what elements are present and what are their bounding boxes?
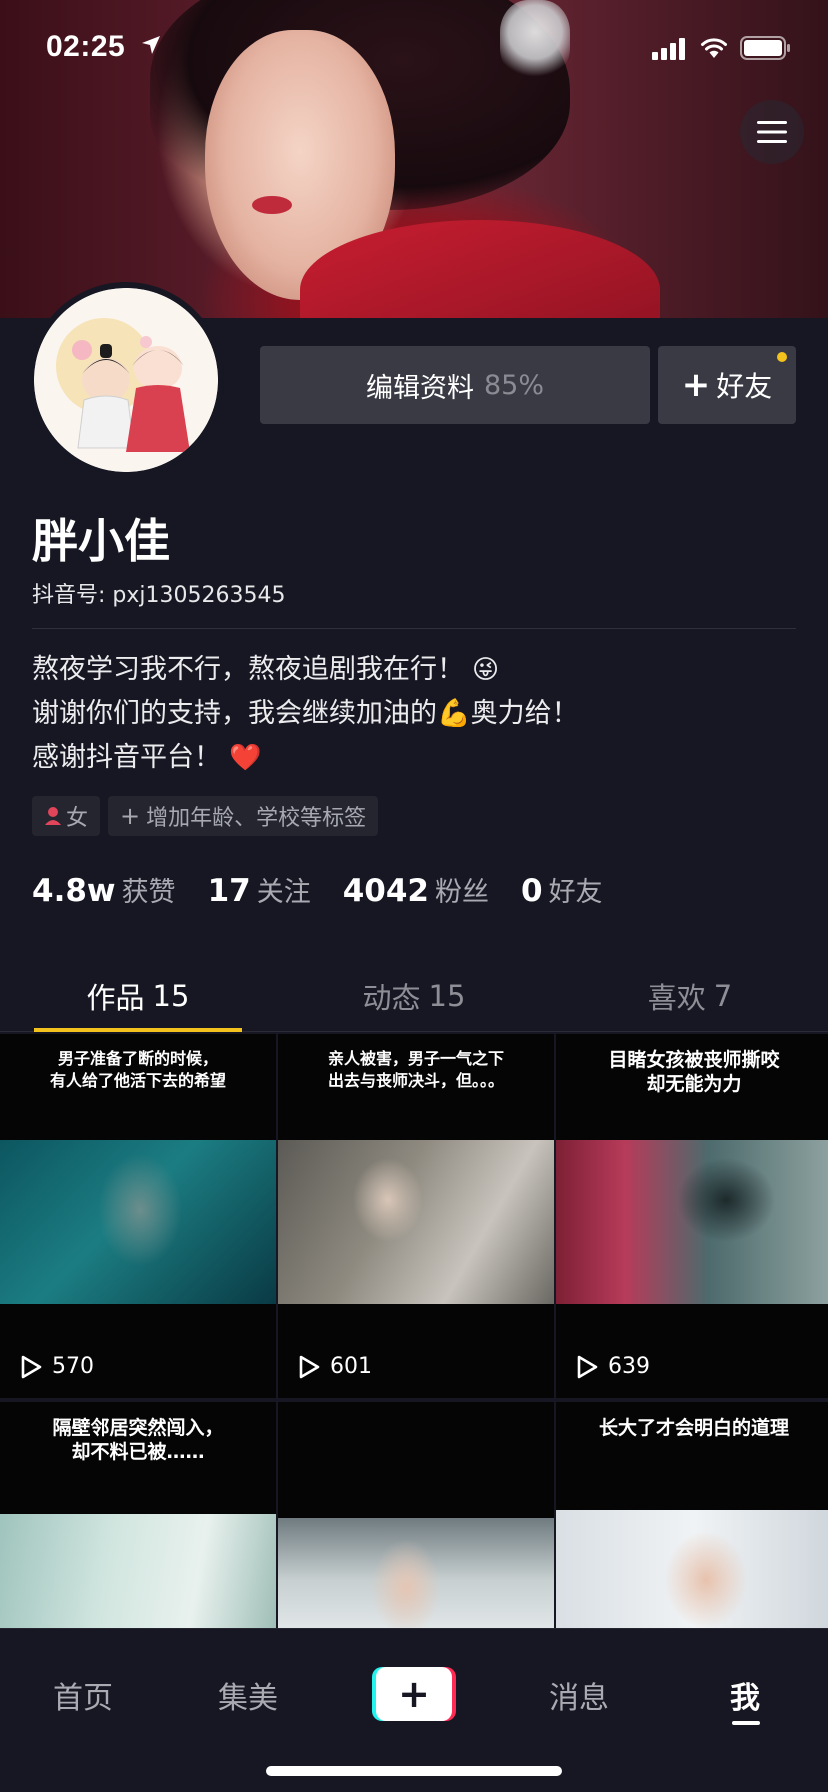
tab-works[interactable]: 作品 15 bbox=[0, 960, 276, 1032]
bio-line-text: 感谢抖音平台！ bbox=[32, 742, 221, 773]
play-count: 639 bbox=[576, 1354, 650, 1379]
location-arrow-icon bbox=[142, 36, 160, 54]
video-grid: 男子准备了断的时候， 有人给了他活下去的希望 570 亲人被害，男子一气之下 出… bbox=[0, 1034, 828, 1628]
nav-jimei[interactable]: 集美 bbox=[193, 1673, 303, 1717]
video-caption: 长大了才会明白的道理 bbox=[598, 1417, 789, 1439]
plus-icon: + bbox=[681, 365, 711, 405]
play-count-number: 570 bbox=[52, 1354, 94, 1379]
tab-label: 喜欢 bbox=[647, 980, 706, 1015]
add-tags-button[interactable]: + 增加年龄、学校等标签 bbox=[108, 796, 379, 836]
tab-count: 15 bbox=[152, 978, 190, 1013]
add-friend-button[interactable]: + 好友 bbox=[658, 346, 796, 424]
play-icon bbox=[577, 1355, 598, 1378]
video-thumbnail[interactable]: 隔壁邻居突然闯入， 却不料已被…… bbox=[0, 1402, 276, 1628]
profile-tabs: 作品 15 动态 15 喜欢 7 bbox=[0, 960, 828, 1032]
status-bar: 02:25 bbox=[0, 0, 828, 100]
profile-avatar[interactable] bbox=[28, 282, 224, 478]
video-caption: 隔壁邻居突然闯入， 却不料已被…… bbox=[52, 1417, 224, 1463]
stat-label: 关注 bbox=[256, 877, 311, 908]
video-still bbox=[0, 1140, 276, 1304]
cellular-signal-icon bbox=[652, 38, 685, 60]
stat-number: 4.8w bbox=[32, 873, 116, 909]
wifi-icon bbox=[701, 38, 727, 58]
play-count: 601 bbox=[298, 1354, 372, 1379]
stat-following[interactable]: 17 关注 bbox=[208, 870, 311, 909]
status-time: 02:25 bbox=[46, 30, 126, 63]
profile-completion-percent: 85% bbox=[483, 369, 544, 401]
create-video-button[interactable]: + bbox=[372, 1667, 456, 1721]
banner-lips bbox=[252, 196, 292, 214]
wink-tongue-emoji: 😜 bbox=[472, 655, 500, 685]
play-icon bbox=[21, 1355, 42, 1378]
stat-number: 0 bbox=[520, 873, 543, 909]
nav-home[interactable]: 首页 bbox=[28, 1673, 138, 1717]
video-caption: 男子准备了断的时候， 有人给了他活下去的希望 bbox=[49, 1049, 226, 1090]
video-still bbox=[556, 1140, 828, 1304]
video-still bbox=[0, 1514, 276, 1628]
video-thumbnail[interactable]: 长大了才会明白的道理 bbox=[556, 1402, 828, 1628]
video-still bbox=[278, 1518, 554, 1628]
red-heart-emoji: ❤️ bbox=[229, 743, 262, 773]
douyin-id: 抖音号: pxj1305263545 bbox=[32, 583, 286, 608]
edit-profile-label: 编辑资料 bbox=[365, 372, 474, 404]
play-count: 570 bbox=[20, 1354, 94, 1379]
gender-label: 女 bbox=[66, 806, 89, 831]
bio-line: 熬夜学习我不行，熬夜追剧我在行！ 😜 bbox=[32, 648, 796, 692]
add-tags-label: 增加年龄、学校等标签 bbox=[146, 806, 367, 831]
profile-nickname: 胖小佳 bbox=[32, 514, 170, 568]
home-indicator bbox=[266, 1766, 562, 1776]
notification-dot bbox=[777, 352, 787, 362]
tab-likes[interactable]: 喜欢 7 bbox=[552, 960, 828, 1031]
stat-label: 获赞 bbox=[121, 877, 176, 908]
edit-profile-button[interactable]: 编辑资料 85% bbox=[260, 346, 650, 424]
stat-label: 好友 bbox=[548, 877, 603, 908]
tab-activity[interactable]: 动态 15 bbox=[276, 960, 552, 1031]
stat-label: 粉丝 bbox=[434, 877, 489, 908]
stat-followers[interactable]: 4042 粉丝 bbox=[343, 870, 489, 909]
video-caption: 目睹女孩被丧师撕咬 却无能为力 bbox=[608, 1049, 780, 1095]
profile-bio: 熬夜学习我不行，熬夜追剧我在行！ 😜 谢谢你们的支持，我会继续加油的💪奥力给！ 感… bbox=[32, 648, 796, 780]
plus-icon: + bbox=[376, 1667, 452, 1721]
hamburger-menu-icon bbox=[757, 121, 787, 143]
video-still bbox=[556, 1510, 828, 1628]
profile-stats: 4.8w 获赞 17 关注 4042 粉丝 0 好友 bbox=[32, 870, 635, 909]
active-nav-indicator bbox=[732, 1721, 760, 1725]
female-user-icon bbox=[45, 807, 61, 825]
menu-button[interactable] bbox=[740, 100, 804, 164]
nav-me[interactable]: 我 bbox=[690, 1673, 800, 1717]
battery-icon bbox=[740, 36, 790, 60]
play-icon bbox=[299, 1355, 320, 1378]
profile-divider bbox=[32, 628, 796, 629]
video-caption: 亲人被害，男子一气之下 出去与丧师决斗，但。。。 bbox=[327, 1049, 504, 1090]
stat-friends[interactable]: 0 好友 bbox=[521, 870, 603, 909]
plus-icon: + bbox=[120, 802, 141, 830]
bio-line-text: 熬夜学习我不行，熬夜追剧我在行！ bbox=[32, 654, 464, 685]
profile-tags: 女 + 增加年龄、学校等标签 bbox=[32, 796, 379, 836]
bio-line-text: 谢谢你们的支持，我会继续加油的💪奥力给！ bbox=[32, 698, 579, 729]
play-count-number: 639 bbox=[608, 1354, 650, 1379]
video-thumbnail[interactable] bbox=[278, 1402, 554, 1628]
video-thumbnail[interactable]: 男子准备了断的时候， 有人给了他活下去的希望 570 bbox=[0, 1034, 276, 1398]
bio-line: 感谢抖音平台！ ❤️ bbox=[32, 736, 796, 780]
nav-messages[interactable]: 消息 bbox=[524, 1673, 634, 1717]
bio-line: 谢谢你们的支持，我会继续加油的💪奥力给！ bbox=[32, 692, 796, 736]
video-still bbox=[278, 1140, 554, 1304]
add-friend-label: 好友 bbox=[716, 370, 773, 403]
play-count-number: 601 bbox=[330, 1354, 372, 1379]
tab-label: 动态 bbox=[362, 980, 421, 1015]
avatar-illustration bbox=[34, 288, 218, 472]
video-thumbnail[interactable]: 目睹女孩被丧师撕咬 却无能为力 639 bbox=[556, 1034, 828, 1398]
stat-number: 4042 bbox=[342, 873, 429, 909]
tab-count: 15 bbox=[428, 978, 466, 1013]
video-thumbnail[interactable]: 亲人被害，男子一气之下 出去与丧师决斗，但。。。 601 bbox=[278, 1034, 554, 1398]
gender-tag[interactable]: 女 bbox=[32, 796, 101, 836]
stat-number: 17 bbox=[207, 873, 251, 909]
tab-label: 作品 bbox=[86, 980, 145, 1015]
tab-count: 7 bbox=[713, 978, 733, 1013]
avatar-cartoon-couple bbox=[34, 288, 218, 472]
stat-likes[interactable]: 4.8w 获赞 bbox=[32, 870, 176, 909]
